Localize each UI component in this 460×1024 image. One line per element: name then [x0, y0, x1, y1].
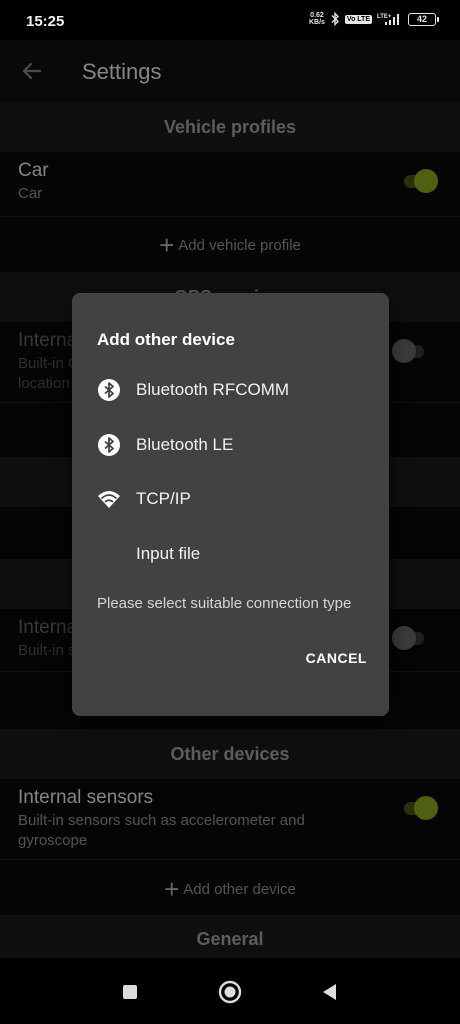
option-label: Input file [136, 544, 201, 563]
status-icons: 0.62 KB/s Vo LTE LTE+ 42 [308, 12, 439, 26]
bluetooth-icon [98, 379, 120, 401]
option-label: Bluetooth LE [136, 435, 234, 454]
add-device-dialog: Add other device Bluetooth RFCOMM Blueto… [72, 293, 389, 716]
battery-icon: 42 [408, 12, 439, 26]
system-nav-bar [0, 958, 460, 1024]
cancel-button[interactable]: CANCEL [306, 650, 367, 666]
bluetooth-status-icon [331, 12, 339, 26]
wifi-icon [98, 491, 120, 508]
option-bluetooth-rfcomm[interactable]: Bluetooth RFCOMM [72, 365, 389, 415]
signal-icon: LTE+ [377, 14, 399, 25]
dialog-title: Add other device [97, 330, 235, 349]
network-speed: 0.62 KB/s [308, 12, 325, 26]
option-bluetooth-le[interactable]: Bluetooth LE [72, 420, 389, 470]
status-bar: 15:25 0.62 KB/s Vo LTE LTE+ 42 [0, 0, 460, 40]
option-tcp-ip[interactable]: TCP/IP [72, 474, 389, 524]
volte-badge: Vo LTE [344, 14, 372, 24]
square-icon[interactable] [118, 980, 142, 1004]
option-label: Bluetooth RFCOMM [136, 380, 290, 399]
option-label: TCP/IP [136, 489, 191, 508]
svg-text:LTE+: LTE+ [377, 14, 392, 20]
dialog-message: Please select suitable connection type [97, 595, 352, 612]
bluetooth-icon [98, 434, 120, 456]
triangle-back-icon[interactable] [318, 980, 342, 1004]
status-time: 15:25 [26, 13, 65, 30]
option-input-file[interactable]: Input file [72, 529, 389, 579]
circle-home-icon[interactable] [218, 980, 242, 1004]
